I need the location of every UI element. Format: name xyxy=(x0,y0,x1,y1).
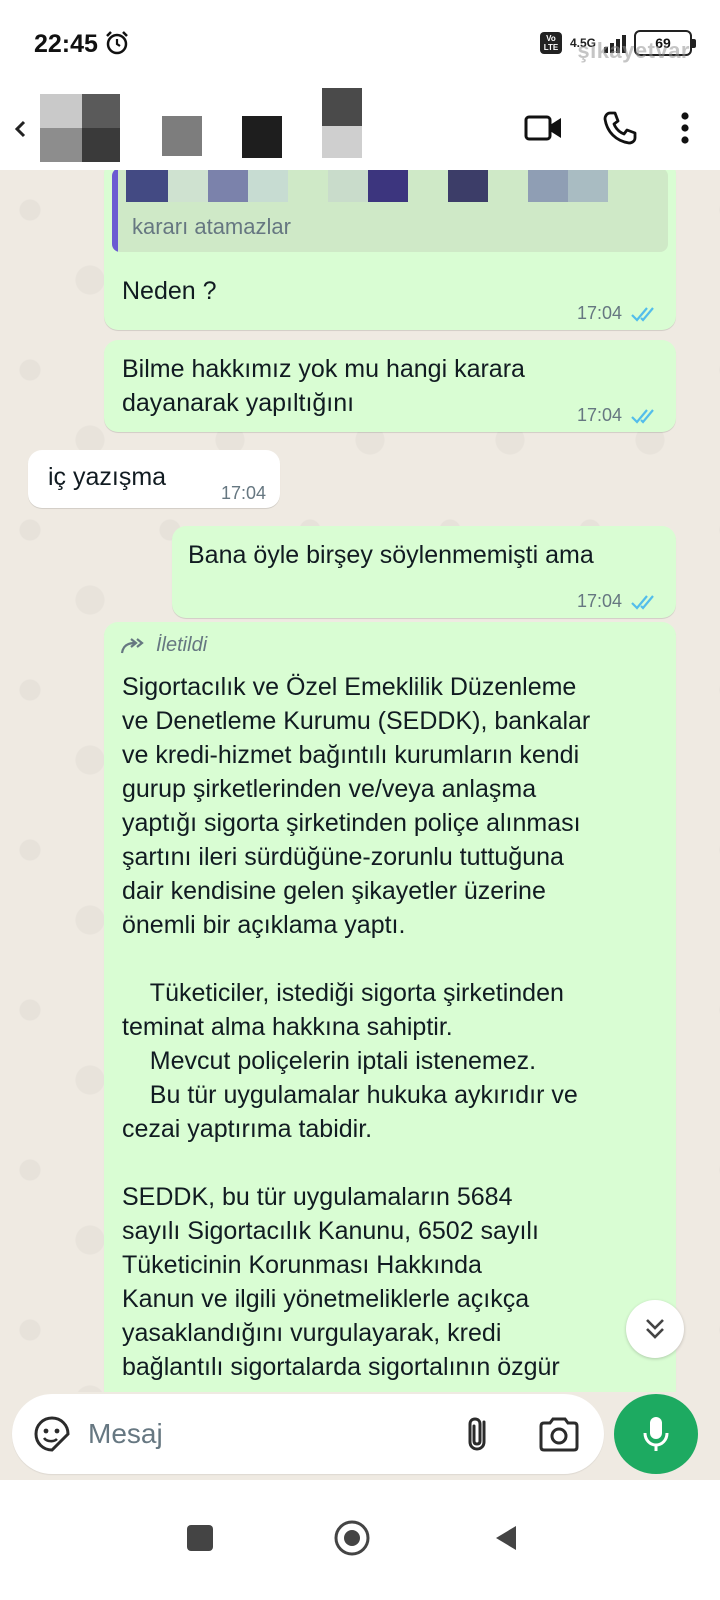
forwarded-icon xyxy=(120,637,144,653)
back-triangle-icon xyxy=(496,1526,516,1550)
scroll-to-bottom-button[interactable] xyxy=(626,1300,684,1358)
video-call-button[interactable] xyxy=(518,102,570,154)
watermark: şikayetvar xyxy=(577,38,690,63)
message-text: iç yazışma xyxy=(48,463,167,491)
camera-icon[interactable] xyxy=(536,1412,582,1456)
home-circle-icon xyxy=(334,1520,370,1556)
recents-button[interactable] xyxy=(170,1508,230,1568)
forwarded-text: İletildi xyxy=(156,634,208,656)
back-button[interactable] xyxy=(476,1508,536,1568)
attachment-icon[interactable] xyxy=(456,1412,500,1456)
voice-message-button[interactable] xyxy=(614,1394,698,1474)
read-receipt-icon xyxy=(631,594,654,610)
message-text: Bana öyle birşey söylenmemişti ama xyxy=(188,541,594,569)
message-text: Neden ? xyxy=(122,277,217,305)
alarm-icon xyxy=(106,31,128,55)
message-bubble-outgoing[interactable]: kararı atamazlar Neden ? 17:04 xyxy=(104,170,676,330)
header-actions xyxy=(518,102,700,154)
message-input[interactable] xyxy=(88,1410,438,1458)
message-time: 17:04 xyxy=(576,405,622,425)
quoted-author-redacted xyxy=(112,170,668,202)
voice-call-icon xyxy=(603,111,637,145)
message-text: Sigortacılık ve Özel Emeklilik Düzenleme… xyxy=(122,673,591,1381)
volte-badge: Vo LTE xyxy=(539,32,562,54)
chat-header xyxy=(0,88,720,170)
forwarded-label: İletildi xyxy=(120,634,207,657)
status-time: 22:45 xyxy=(34,30,98,58)
message-meta: 17:04 xyxy=(577,405,660,426)
message-bubble-forwarded[interactable]: İletildi Sigortacılık ve Özel Emeklilik … xyxy=(104,622,676,1392)
system-navigation-bar xyxy=(0,1480,720,1600)
double-chevron-down-icon xyxy=(646,1319,664,1339)
message-text: Bilme hakkımız yok mu hangi karara dayan… xyxy=(122,355,525,417)
message-meta: 17:04 xyxy=(577,303,660,324)
message-composer xyxy=(0,1392,720,1480)
message-meta: 17:04 xyxy=(221,483,266,504)
back-icon[interactable] xyxy=(10,114,30,144)
square-icon xyxy=(187,1525,213,1551)
message-bubble-incoming[interactable]: iç yazışma 17:04 xyxy=(28,450,280,508)
emoji-sticker-icon[interactable] xyxy=(32,1414,72,1454)
chat-messages[interactable]: kararı atamazlar Neden ? 17:04 Bilme hak… xyxy=(0,170,720,1392)
message-time: 17:04 xyxy=(220,483,266,503)
status-bar: 22:45 Vo LTE 4.5G 69 şikayetvar xyxy=(0,0,720,88)
read-receipt-icon xyxy=(631,408,654,424)
home-button[interactable] xyxy=(322,1508,382,1568)
message-bubble-outgoing[interactable]: Bana öyle birşey söylenmemişti ama 17:04 xyxy=(172,526,676,618)
voice-call-button[interactable] xyxy=(594,102,646,154)
microphone-icon xyxy=(643,1417,669,1451)
more-options-button[interactable] xyxy=(670,102,700,154)
quoted-message[interactable]: kararı atamazlar xyxy=(112,170,668,252)
message-bubble-outgoing[interactable]: Bilme hakkımız yok mu hangi karara dayan… xyxy=(104,340,676,432)
message-meta: 17:04 xyxy=(577,591,660,612)
quoted-text: kararı atamazlar xyxy=(132,214,291,239)
message-time: 17:04 xyxy=(576,303,622,323)
contact-info-redacted[interactable] xyxy=(40,88,380,170)
message-time: 17:04 xyxy=(576,591,622,611)
video-call-icon xyxy=(524,115,561,141)
more-options-icon xyxy=(681,112,689,144)
read-receipt-icon xyxy=(631,306,654,322)
message-input-container xyxy=(12,1394,604,1474)
